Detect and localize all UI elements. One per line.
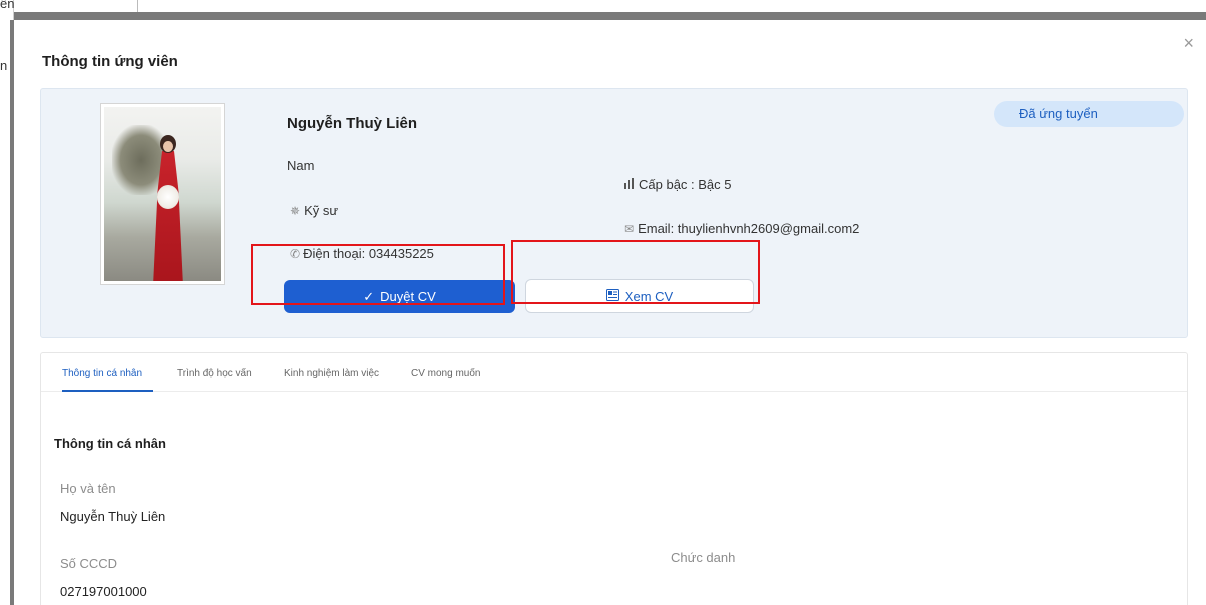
candidate-job-text: Kỹ sư [304, 203, 339, 218]
section-title: Thông tin cá nhân [54, 436, 166, 451]
candidate-gender: Nam [287, 158, 315, 173]
tab-experience[interactable]: Kinh nghiệm làm việc [284, 368, 379, 379]
candidate-level-text: Cấp bậc : Bậc 5 [639, 177, 732, 192]
tab-desired-cv[interactable]: CV mong muốn [411, 368, 480, 379]
background-text-fragment: ên [0, 0, 15, 11]
envelope-icon: ✉ [624, 221, 635, 236]
gear-icon: ✵ [290, 203, 301, 218]
candidate-detail-panel: Thông tin cá nhân Trình độ học vấn Kinh … [40, 352, 1188, 605]
candidate-modal: × Thông tin ứng viên Nguyễn Thuỳ Liên Na… [14, 20, 1206, 605]
candidate-job: ✵ Kỹ sư [290, 203, 338, 218]
close-icon[interactable]: × [1183, 34, 1194, 52]
background-text-fragment: n [0, 58, 8, 73]
candidate-level: Cấp bậc : Bậc 5 [624, 177, 732, 192]
modal-overlay [14, 12, 1206, 20]
candidate-email-text: Email: thuylienhvnh2609@gmail.com2 [638, 221, 860, 236]
tab-education[interactable]: Trình độ học vấn [177, 368, 252, 379]
fullname-value: Nguyễn Thuỳ Liên [60, 509, 166, 524]
detail-tabs: Thông tin cá nhân Trình độ học vấn Kinh … [41, 353, 1187, 392]
id-value: 027197001000 [60, 584, 147, 599]
modal-title: Thông tin ứng viên [42, 53, 178, 70]
candidate-name: Nguyễn Thuỳ Liên [287, 115, 418, 132]
position-label: Chức danh [671, 550, 736, 565]
background-top [0, 0, 1206, 12]
bar-chart-icon [624, 177, 635, 192]
status-badge: Đã ứng tuyển [994, 101, 1184, 127]
candidate-email: ✉ Email: thuylienhvnh2609@gmail.com2 [624, 221, 859, 236]
candidate-photo [100, 103, 225, 285]
fullname-label: Họ và tên [60, 481, 116, 496]
highlight-box-view [511, 240, 760, 304]
background-divider [137, 0, 138, 12]
active-tab-indicator [62, 390, 153, 392]
id-label: Số CCCD [60, 556, 118, 571]
highlight-box-approve [251, 244, 505, 305]
tab-personal-info[interactable]: Thông tin cá nhân [62, 368, 142, 379]
